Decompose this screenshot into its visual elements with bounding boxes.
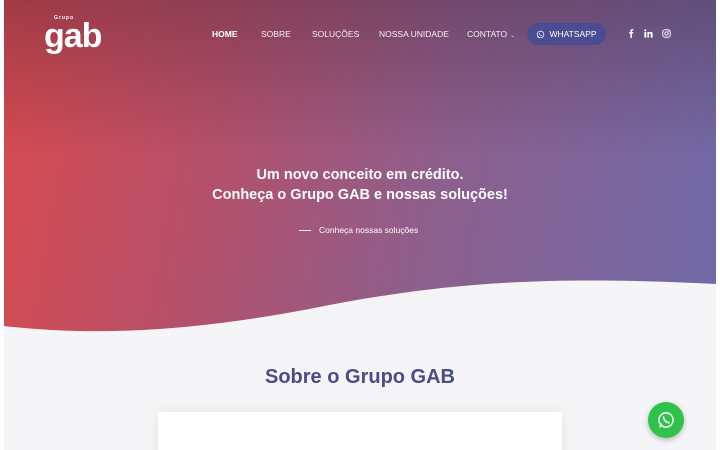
hero-headline-line2: Conheça o Grupo GAB e nossas soluções! — [212, 187, 508, 203]
whatsapp-button[interactable]: WHATSAPP — [527, 23, 606, 45]
hero-wave-divider — [4, 280, 716, 340]
whatsapp-icon — [658, 412, 674, 428]
facebook-icon[interactable] — [627, 29, 636, 38]
about-card — [158, 412, 562, 450]
cta-dash — [299, 229, 311, 231]
about-section-title: Sobre o Grupo GAB — [265, 366, 455, 388]
whatsapp-icon — [537, 30, 545, 38]
chevron-down-icon: ⌄ — [510, 33, 516, 39]
hero-headline: Um novo conceito em crédito. Conheça o G… — [4, 165, 716, 205]
whatsapp-float-button[interactable] — [648, 402, 684, 438]
nav-item-nossa-unidade[interactable]: NOSSA UNIDADE — [379, 29, 449, 39]
whatsapp-button-label: WHATSAPP — [549, 29, 597, 39]
hero-cta-label: Conheça nossas soluções — [319, 225, 419, 235]
nav-item-sobre[interactable]: SOBRE — [261, 29, 291, 39]
instagram-icon[interactable] — [662, 29, 671, 38]
page: Grupo gab HOME SOBRE SOLUÇÕES NOSSA UNID… — [4, 0, 716, 450]
nav-item-contato[interactable]: CONTATO ⌄ — [467, 29, 515, 39]
nav-item-contato-label: CONTATO — [467, 29, 508, 39]
linkedin-icon[interactable] — [644, 29, 653, 38]
logo[interactable]: Grupo gab — [44, 14, 108, 55]
nav-item-solucoes[interactable]: SOLUÇÕES — [312, 29, 359, 39]
nav-item-home[interactable]: HOME — [212, 29, 238, 39]
logo-big-text: gab — [44, 17, 102, 55]
hero-headline-line1: Um novo conceito em crédito. — [256, 167, 464, 183]
hero-cta-link[interactable]: Conheça nossas soluções — [299, 225, 418, 235]
